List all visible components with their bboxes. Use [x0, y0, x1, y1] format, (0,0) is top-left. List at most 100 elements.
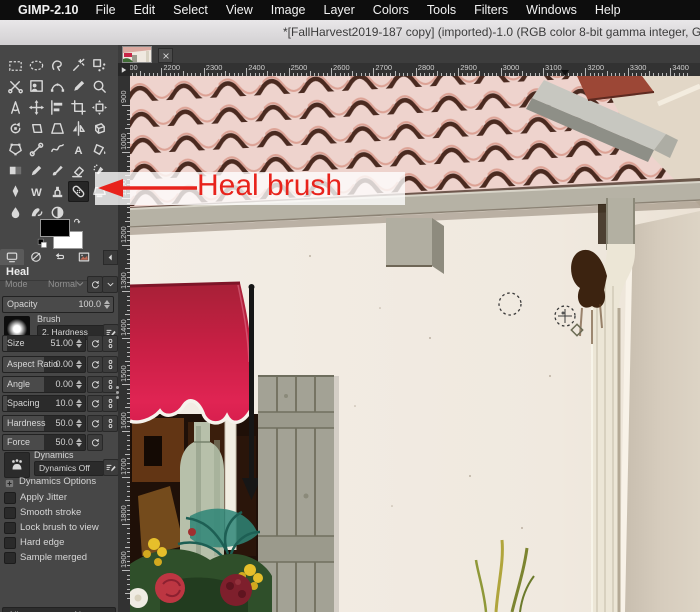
tool-select-by-color[interactable]: [89, 55, 110, 76]
tool-flip[interactable]: [68, 118, 89, 139]
mode-reset-button[interactable]: [87, 276, 103, 293]
sample-merged-checkbox[interactable]: [4, 552, 16, 564]
apply-jitter-checkbox[interactable]: [4, 492, 16, 504]
tool-eraser[interactable]: [68, 160, 89, 181]
alignment-dropdown[interactable]: Alignment None: [2, 607, 116, 612]
dock-tab-tool-options[interactable]: [0, 249, 24, 265]
ruler-corner-button[interactable]: [118, 63, 130, 76]
dynamics-name-field[interactable]: Dynamics Off: [34, 461, 104, 476]
tool-rectangle-select[interactable]: [5, 55, 26, 76]
tool-warp-transform[interactable]: [47, 139, 68, 160]
foreground-color-swatch[interactable]: [40, 219, 70, 237]
dynamics-thumbnail[interactable]: [4, 452, 30, 478]
mode-menu-button[interactable]: [102, 276, 118, 293]
tool-align[interactable]: [47, 97, 68, 118]
lock-brush-to-view-checkbox[interactable]: [4, 522, 16, 534]
tool-scissors-select[interactable]: [5, 76, 26, 97]
tool-gradient[interactable]: [5, 160, 26, 181]
tool-transform-3d[interactable]: [89, 118, 110, 139]
tool-unified-transform[interactable]: [89, 97, 110, 118]
tool-paths[interactable]: [47, 76, 68, 97]
close-tab-icon[interactable]: [158, 48, 173, 63]
tool-measure[interactable]: [5, 97, 26, 118]
tool-color-picker[interactable]: [68, 76, 89, 97]
tool-bucket-fill[interactable]: [89, 139, 110, 160]
size-spinner[interactable]: [76, 338, 83, 349]
hardness-spinner[interactable]: [76, 418, 83, 429]
swap-colors-icon[interactable]: [72, 216, 85, 234]
tool-pencil[interactable]: [26, 160, 47, 181]
menu-item-windows[interactable]: Windows: [517, 3, 586, 17]
tool-free-select[interactable]: [47, 55, 68, 76]
dock-tab-device-status[interactable]: [24, 249, 48, 265]
size-reset-button[interactable]: [87, 335, 103, 352]
horizontal-ruler[interactable]: 2100220023002400250026002700280029003000…: [130, 63, 700, 77]
angle-spinner[interactable]: [76, 379, 83, 390]
canvas-photo[interactable]: [130, 76, 700, 612]
tool-blur-sharpen[interactable]: [5, 202, 26, 223]
size-slider[interactable]: Size51.00: [2, 335, 86, 352]
hard-edge-label: Hard edge: [20, 536, 64, 549]
tool-mypaint-brush[interactable]: W: [26, 181, 47, 202]
menu-item-filters[interactable]: Filters: [465, 3, 517, 17]
brush-label: Brush: [37, 314, 61, 324]
tool-heal[interactable]: [68, 181, 89, 202]
tool-zoom[interactable]: [89, 76, 110, 97]
dock-splitter-handle[interactable]: [116, 384, 120, 401]
menu-item-colors[interactable]: Colors: [364, 3, 418, 17]
spacing-reset-button[interactable]: [87, 395, 103, 412]
hardness-slider[interactable]: Hardness50.0: [2, 415, 86, 432]
tool-ink[interactable]: [5, 181, 26, 202]
aspect-ratio-spinner[interactable]: [76, 359, 83, 370]
aspect-ratio-link-button[interactable]: [102, 356, 118, 373]
opacity-slider[interactable]: Opacity 100.0: [2, 296, 114, 313]
dock-tab-bar: [0, 249, 118, 265]
menu-item-file[interactable]: File: [86, 3, 124, 17]
angle-reset-button[interactable]: [87, 376, 103, 393]
menu-item-select[interactable]: Select: [164, 3, 217, 17]
force-reset-button[interactable]: [87, 434, 103, 451]
aspect-ratio-slider[interactable]: Aspect Ratio0.00: [2, 356, 86, 373]
dynamics-edit-button[interactable]: [103, 459, 119, 476]
dock-collapse-button[interactable]: [103, 250, 118, 265]
title-bar[interactable]: *[FallHarvest2019-187 copy] (imported)-1…: [0, 20, 700, 46]
hardness-reset-button[interactable]: [87, 415, 103, 432]
spacing-slider[interactable]: Spacing10.0: [2, 395, 86, 412]
tool-cage-transform[interactable]: [5, 139, 26, 160]
tool-rotate[interactable]: [5, 118, 26, 139]
smooth-stroke-checkbox[interactable]: [4, 507, 16, 519]
force-slider[interactable]: Force50.0: [2, 434, 86, 451]
tool-ellipse-select[interactable]: [26, 55, 47, 76]
menu-item-layer[interactable]: Layer: [315, 3, 364, 17]
tool-fuzzy-select[interactable]: [68, 55, 89, 76]
opacity-spinner[interactable]: [104, 299, 111, 310]
image-tab-thumbnail[interactable]: [122, 46, 152, 63]
tool-foreground-select[interactable]: [26, 76, 47, 97]
menu-item-edit[interactable]: Edit: [125, 3, 165, 17]
angle-slider[interactable]: Angle0.00: [2, 376, 86, 393]
menu-item-tools[interactable]: Tools: [418, 3, 465, 17]
tool-move[interactable]: [26, 97, 47, 118]
force-spinner[interactable]: [76, 437, 83, 448]
dock-tab-images[interactable]: [72, 249, 96, 265]
spacing-spinner[interactable]: [76, 398, 83, 409]
menu-item-view[interactable]: View: [217, 3, 262, 17]
tool-handle-transform[interactable]: [26, 139, 47, 160]
size-link-button[interactable]: [102, 335, 118, 352]
tool-shear[interactable]: [26, 118, 47, 139]
tool-crop[interactable]: [68, 97, 89, 118]
tool-clone[interactable]: [47, 181, 68, 202]
hardness-link-button[interactable]: [102, 415, 118, 432]
paths-icon: [49, 78, 66, 95]
tool-text[interactable]: A: [68, 139, 89, 160]
mode-value[interactable]: Normal: [48, 276, 77, 292]
dock-tab-undo-history[interactable]: [48, 249, 72, 265]
hard-edge-checkbox[interactable]: [4, 537, 16, 549]
menu-item-image[interactable]: Image: [262, 3, 315, 17]
tool-perspective[interactable]: [47, 118, 68, 139]
menu-item-help[interactable]: Help: [586, 3, 630, 17]
tool-paintbrush[interactable]: [47, 160, 68, 181]
aspect-ratio-reset-button[interactable]: [87, 356, 103, 373]
menu-app-title[interactable]: GIMP-2.10: [10, 3, 86, 17]
mode-dropdown[interactable]: [74, 278, 86, 292]
